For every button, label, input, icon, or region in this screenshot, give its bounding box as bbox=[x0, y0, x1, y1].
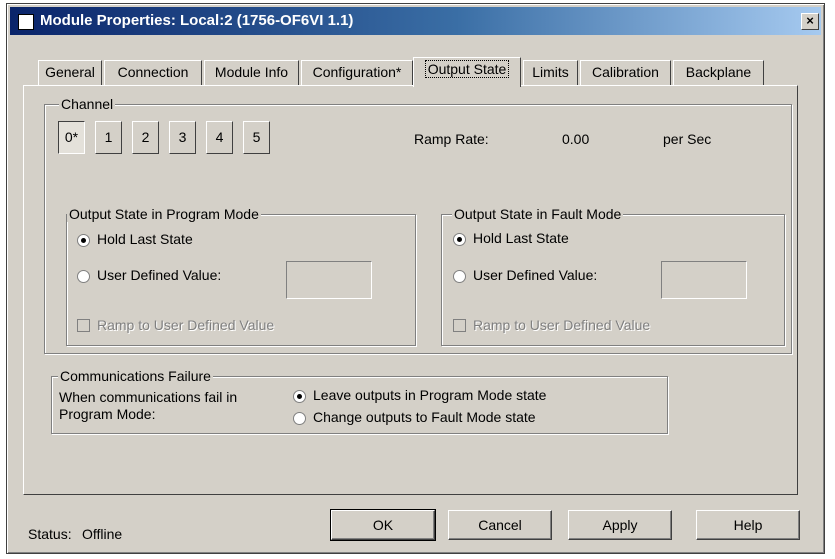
fault-ramp-label: Ramp to User Defined Value bbox=[473, 317, 651, 333]
apply-button[interactable]: Apply bbox=[568, 510, 672, 540]
tab-connection[interactable]: Connection bbox=[104, 60, 202, 85]
window-icon bbox=[18, 14, 34, 30]
program-mode-legend: Output State in Program Mode bbox=[67, 206, 261, 222]
tab-general[interactable]: General bbox=[38, 60, 102, 85]
fault-hold-last-state-radio[interactable] bbox=[453, 233, 466, 246]
tab-label: Limits bbox=[532, 64, 569, 80]
status-label: Status: bbox=[28, 526, 72, 542]
close-button[interactable]: × bbox=[801, 13, 819, 30]
program-user-defined-value-field[interactable] bbox=[286, 261, 372, 299]
communications-failure-group: Communications Failure bbox=[51, 368, 668, 434]
channel-button-5[interactable]: 5 bbox=[243, 121, 270, 154]
help-button[interactable]: Help bbox=[696, 510, 800, 540]
comm-failure-description-line1: When communications fail in bbox=[59, 389, 238, 405]
fault-user-defined-label: User Defined Value: bbox=[473, 267, 598, 283]
tab-label: Connection bbox=[117, 64, 189, 80]
leave-outputs-program-mode-label: Leave outputs in Program Mode state bbox=[313, 387, 547, 403]
tab-calibration[interactable]: Calibration bbox=[580, 60, 671, 85]
program-hold-last-state-radio[interactable] bbox=[77, 234, 90, 247]
window-title: Module Properties: Local:2 (1756-OF6VI 1… bbox=[40, 12, 354, 29]
fault-ramp-checkbox[interactable] bbox=[453, 319, 466, 332]
ok-button[interactable]: OK bbox=[330, 509, 436, 541]
ramp-rate-label: Ramp Rate: bbox=[414, 131, 489, 147]
close-icon: × bbox=[806, 13, 814, 28]
title-bar[interactable]: Module Properties: Local:2 (1756-OF6VI 1… bbox=[10, 7, 821, 35]
leave-outputs-program-mode-radio[interactable] bbox=[293, 390, 306, 403]
status-value: Offline bbox=[82, 526, 123, 542]
change-outputs-fault-mode-radio[interactable] bbox=[293, 412, 306, 425]
tab-label: Configuration* bbox=[312, 64, 402, 80]
tab-label: Module Info bbox=[214, 64, 289, 80]
channel-button-1[interactable]: 1 bbox=[95, 121, 122, 154]
cancel-button[interactable]: Cancel bbox=[448, 510, 552, 540]
communications-failure-legend: Communications Failure bbox=[58, 368, 213, 384]
fault-user-defined-radio[interactable] bbox=[453, 270, 466, 283]
program-ramp-checkbox[interactable] bbox=[77, 319, 90, 332]
tab-label: Backplane bbox=[685, 64, 752, 80]
fault-hold-last-state-label: Hold Last State bbox=[473, 230, 569, 246]
comm-failure-description-line2: Program Mode: bbox=[59, 406, 156, 422]
program-user-defined-label: User Defined Value: bbox=[97, 267, 222, 283]
channel-button-0[interactable]: 0* bbox=[58, 121, 85, 154]
tab-module-info[interactable]: Module Info bbox=[204, 60, 299, 85]
ramp-rate-unit: per Sec bbox=[663, 131, 712, 147]
tab-configuration[interactable]: Configuration* bbox=[301, 60, 413, 85]
tab-output-state[interactable]: Output State bbox=[413, 57, 521, 87]
channel-button-4[interactable]: 4 bbox=[206, 121, 233, 154]
channel-legend: Channel bbox=[59, 96, 116, 112]
tab-limits[interactable]: Limits bbox=[523, 60, 578, 85]
tab-label: General bbox=[45, 64, 95, 80]
fault-user-defined-value-field[interactable] bbox=[661, 261, 747, 299]
channel-button-3[interactable]: 3 bbox=[169, 121, 196, 154]
program-hold-last-state-label: Hold Last State bbox=[97, 231, 193, 247]
program-user-defined-radio[interactable] bbox=[77, 270, 90, 283]
tab-label: Calibration bbox=[592, 64, 659, 80]
tab-backplane[interactable]: Backplane bbox=[673, 60, 764, 85]
program-ramp-label: Ramp to User Defined Value bbox=[97, 317, 275, 333]
fault-mode-legend: Output State in Fault Mode bbox=[452, 206, 624, 222]
channel-button-2[interactable]: 2 bbox=[132, 121, 159, 154]
tab-label: Output State bbox=[424, 60, 510, 78]
ramp-rate-value: 0.00 bbox=[562, 131, 590, 147]
change-outputs-fault-mode-label: Change outputs to Fault Mode state bbox=[313, 409, 536, 425]
